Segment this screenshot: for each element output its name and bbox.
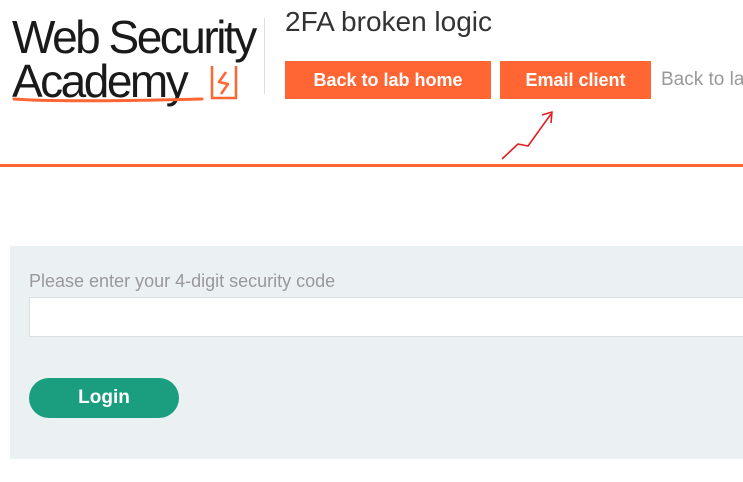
login-button[interactable]: Login [29, 378, 179, 418]
security-code-input[interactable] [29, 297, 743, 337]
back-to-lab-home-button[interactable]: Back to lab home [285, 61, 491, 99]
web-security-academy-logo[interactable]: Web Security Academy [12, 10, 264, 105]
annotation-arrow-icon [501, 111, 553, 160]
header-divider [264, 18, 265, 94]
lightning-bolt-icon [210, 66, 238, 100]
security-code-label: Please enter your 4-digit security code [29, 271, 336, 291]
header-orange-rule [0, 164, 743, 167]
page: Web Security Academy 2FA broken logic Ba… [0, 0, 743, 482]
lab-title: 2FA broken logic [285, 6, 493, 37]
email-client-button[interactable]: Email client [500, 61, 651, 99]
back-to-lab-description-link[interactable]: Back to la [661, 61, 743, 99]
security-code-form: Please enter your 4-digit security code … [10, 246, 743, 459]
